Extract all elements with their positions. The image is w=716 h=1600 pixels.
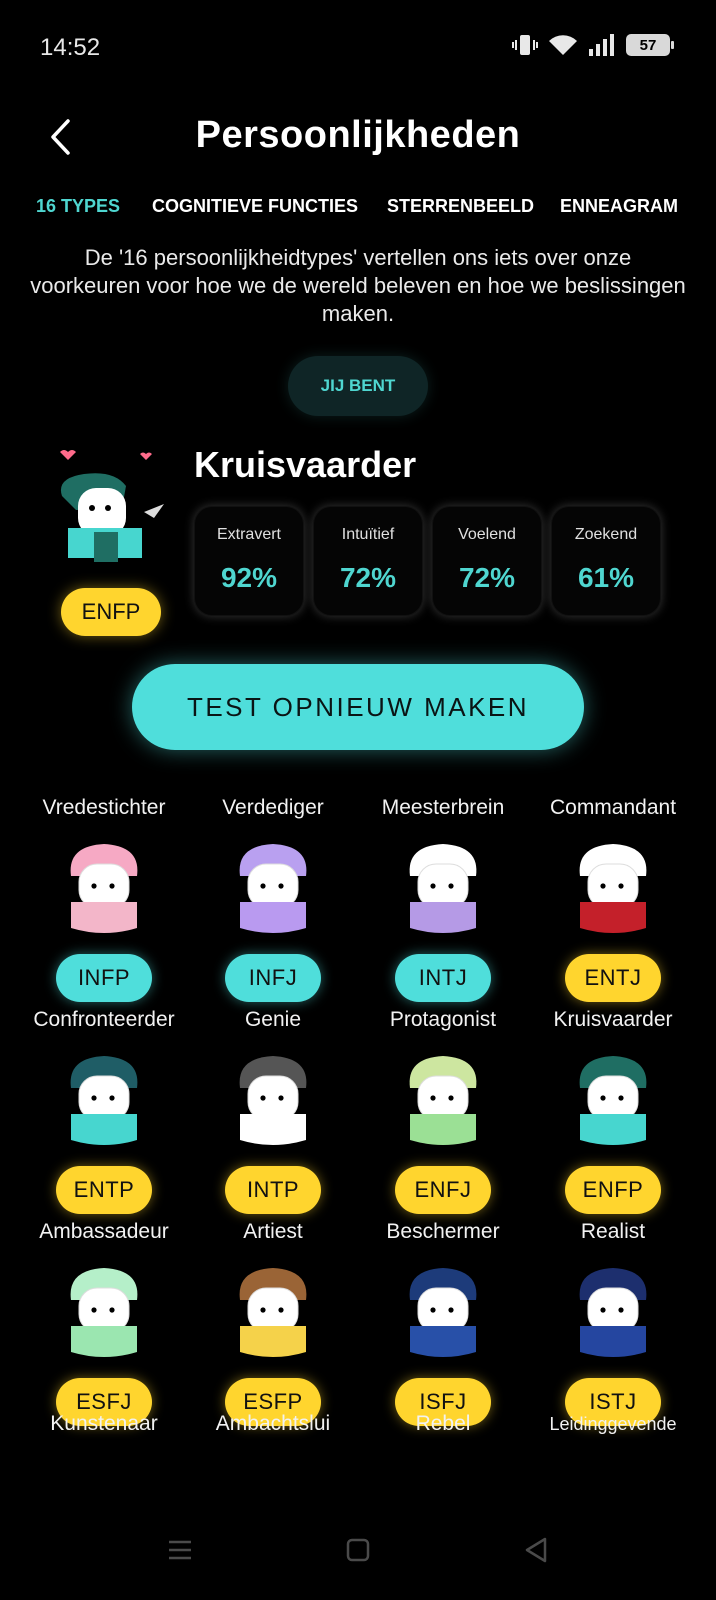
character-illustration-icon (409, 1056, 477, 1145)
character-illustration-icon (579, 1268, 647, 1357)
type-card[interactable]: Realist ISTJ (528, 1218, 698, 1426)
type-code-badge: INFJ (225, 954, 321, 1002)
trait-card-intuitive: Intuïtief 72% (313, 506, 423, 616)
character-illustration-icon (70, 1268, 138, 1357)
trait-card-feeling: Voelend 72% (432, 506, 542, 616)
type-card[interactable]: Ambassadeur ESFJ (19, 1218, 189, 1426)
type-card[interactable]: Commandant ENTJ (528, 794, 698, 1002)
retake-test-button[interactable]: TEST OPNIEUW MAKEN (132, 664, 584, 750)
type-code-badge: ENTP (56, 1166, 152, 1214)
result-type-badge: ENFP (61, 588, 161, 636)
character-illustration-icon (239, 1268, 307, 1357)
type-card[interactable]: Artiest ESFP (188, 1218, 358, 1426)
type-name: Protagonist (389, 1008, 497, 1031)
type-card[interactable]: Confronteerder ENTP (19, 1006, 189, 1214)
type-card[interactable]: Protagonist ENFJ (358, 1006, 528, 1214)
type-card[interactable]: Verdediger INFJ (188, 794, 358, 1002)
trait-card-prospecting: Zoekend 61% (551, 506, 661, 616)
status-icons: 57 (512, 33, 674, 57)
type-name: Vredestichter (42, 796, 166, 819)
character-illustration-icon (239, 1056, 307, 1145)
type-code-badge: INFP (56, 954, 152, 1002)
system-back-button[interactable] (516, 1534, 556, 1566)
type-name: Kruisvaarder (553, 1008, 673, 1031)
type-name: Meesterbrein (381, 796, 505, 819)
type-card[interactable]: Kruisvaarder ENFP (528, 1006, 698, 1214)
wifi-icon (549, 35, 577, 55)
type-name: Confronteerder (33, 1008, 175, 1031)
tab-bar: 16 TYPES COGNITIEVE FUNCTIES STERRENBEEL… (0, 196, 716, 226)
result-type-name: Kruisvaarder (194, 444, 417, 485)
type-name-leidinggevende[interactable]: Leidinggevende (528, 1414, 698, 1435)
type-code-badge: INTP (225, 1166, 321, 1214)
type-name: Verdediger (222, 796, 324, 819)
type-card[interactable]: Vredestichter INFP (19, 794, 189, 1002)
type-code-badge: ENFP (565, 1166, 661, 1214)
page-title: Persoonlijkheden (195, 114, 521, 156)
type-code-badge: ENFJ (395, 1166, 491, 1214)
tab-16-types[interactable]: 16 TYPES (36, 196, 120, 217)
menu-icon (169, 1540, 191, 1560)
home-square-icon (346, 1538, 370, 1562)
trait-label: Voelend (458, 526, 516, 543)
you-are-label: JIJ BENT (288, 356, 428, 416)
type-name: Genie (244, 1008, 302, 1031)
type-name-kunstenaar[interactable]: Kunstenaar (19, 1412, 189, 1436)
type-name-ambachtslui[interactable]: Ambachtslui (188, 1412, 358, 1436)
trait-value: 72% (458, 562, 516, 593)
trait-label: Zoekend (574, 526, 638, 543)
intro-text: De '16 persoonlijkheidtypes' vertellen o… (30, 245, 686, 326)
trait-value: 92% (220, 562, 278, 593)
character-illustration-icon (579, 1056, 647, 1145)
character-illustration-icon (70, 844, 138, 933)
battery-icon: 57 (626, 34, 674, 56)
type-name: Beschermer (386, 1220, 500, 1243)
type-code-badge: INTJ (395, 954, 491, 1002)
type-card[interactable]: Beschermer ISFJ (358, 1218, 528, 1426)
tab-cognitive-functions[interactable]: COGNITIEVE FUNCTIES (152, 196, 358, 217)
trait-value: 61% (577, 562, 635, 593)
type-card[interactable]: Meesterbrein INTJ (358, 794, 528, 1002)
trait-card-extravert: Extravert 92% (194, 506, 304, 616)
character-illustration-icon (409, 1268, 477, 1357)
type-card[interactable]: Genie INTP (188, 1006, 358, 1214)
character-illustration-icon (60, 450, 164, 562)
signal-icon (589, 34, 614, 56)
menu-button[interactable] (160, 1534, 200, 1566)
trait-value: 72% (339, 562, 397, 593)
character-illustration-icon (579, 844, 647, 933)
character-illustration-icon (409, 844, 477, 933)
trait-label: Extravert (216, 526, 281, 543)
character-illustration-icon (70, 1056, 138, 1145)
trait-label: Intuïtief (341, 526, 395, 543)
home-button[interactable] (338, 1534, 378, 1566)
type-name: Ambassadeur (39, 1220, 169, 1243)
type-name-rebel[interactable]: Rebel (358, 1412, 528, 1436)
type-code-badge: ENTJ (565, 954, 661, 1002)
vibrate-icon (512, 35, 538, 55)
character-illustration-icon (239, 844, 307, 933)
type-name: Artiest (243, 1220, 303, 1243)
back-triangle-icon (525, 1537, 547, 1563)
status-time: 14:52 (40, 34, 101, 61)
type-name: Commandant (549, 796, 677, 819)
tab-zodiac[interactable]: STERRENBEELD (387, 196, 534, 217)
status-bar: 14:52 57 (0, 0, 716, 96)
result-avatar (48, 448, 168, 566)
type-name: Realist (580, 1220, 646, 1243)
system-nav-bar (0, 1520, 716, 1600)
battery-level: 57 (639, 36, 657, 54)
tab-enneagram[interactable]: ENNEAGRAM (560, 196, 678, 217)
